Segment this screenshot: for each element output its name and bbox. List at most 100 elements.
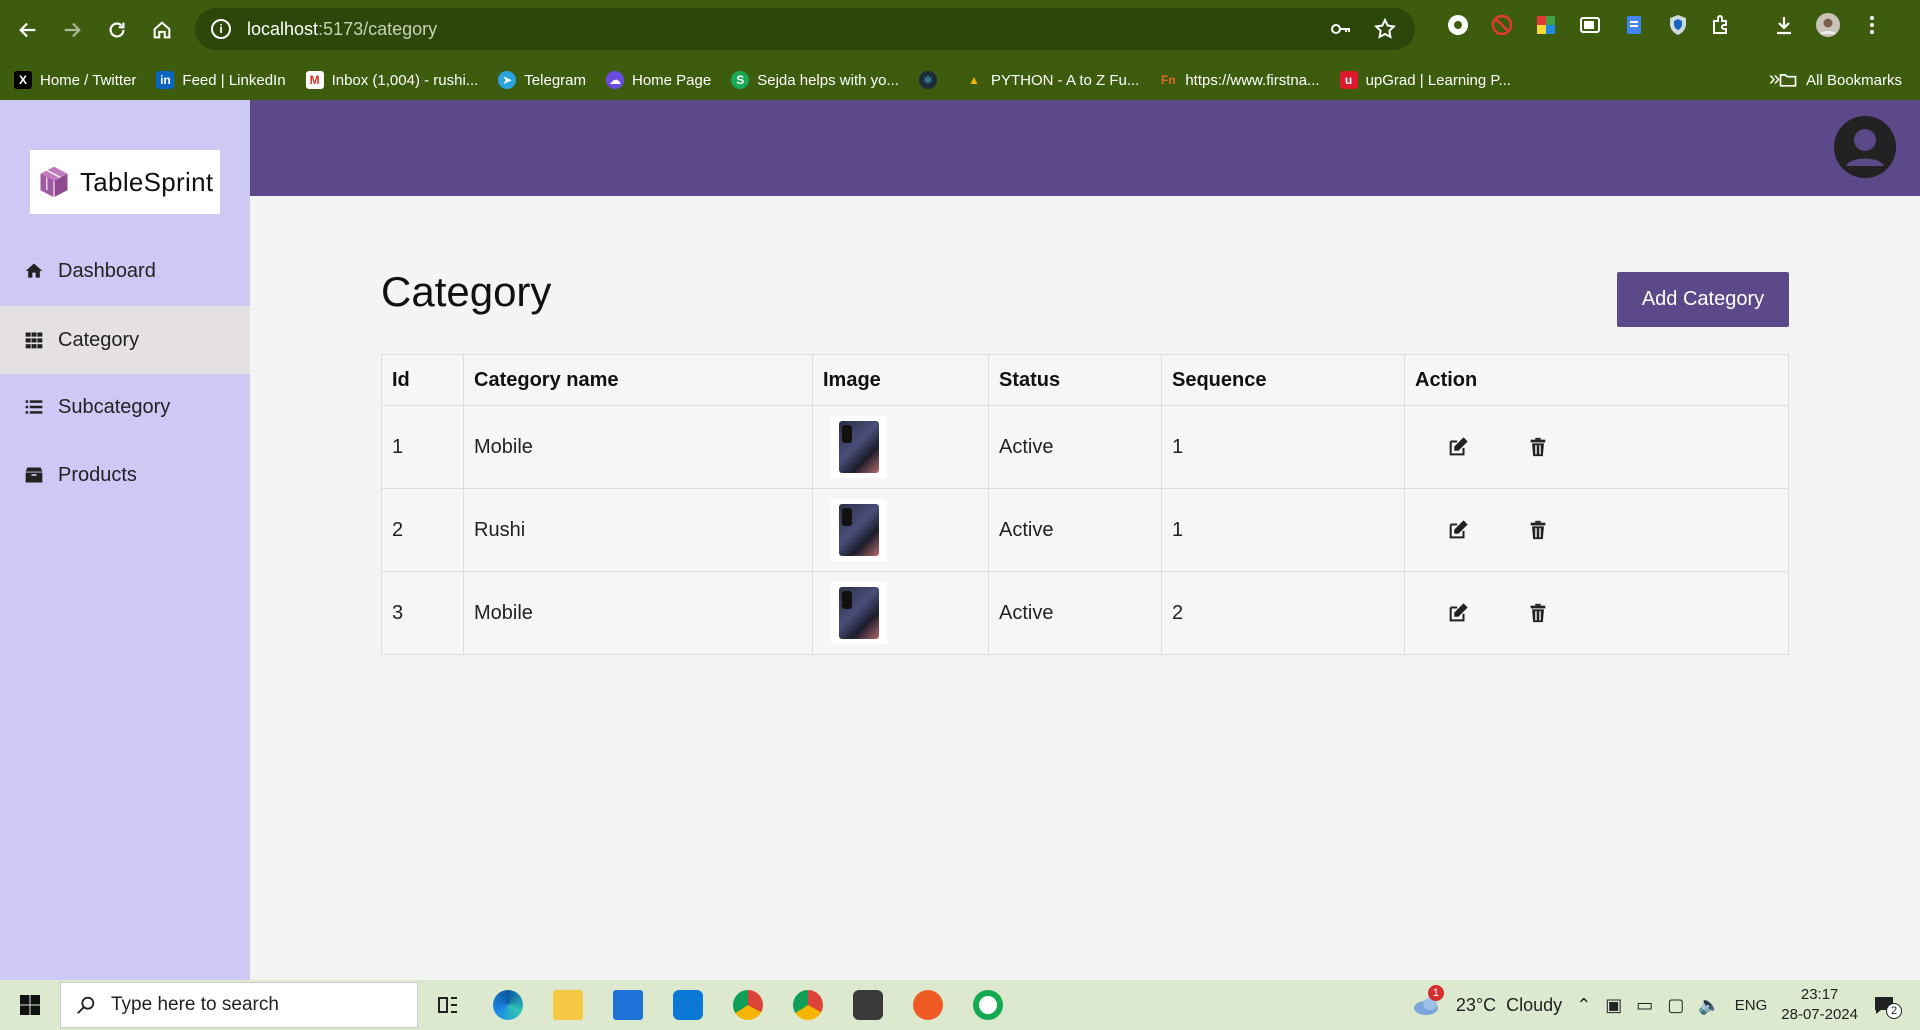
weather-icon[interactable]: 1 (1412, 985, 1444, 1017)
cube-logo-icon (40, 166, 68, 198)
clock[interactable]: 23:17 28-07-2024 (1781, 985, 1858, 1025)
cell-action (1404, 488, 1789, 572)
window-icon[interactable] (1577, 12, 1603, 38)
delete-icon[interactable] (1527, 436, 1549, 458)
gmail-icon: M (305, 71, 324, 89)
edit-icon[interactable] (1447, 436, 1469, 458)
weather-badge: 1 (1427, 985, 1444, 1001)
user-avatar[interactable] (1834, 116, 1896, 178)
phone-thumbnail (839, 421, 879, 473)
edit-icon[interactable] (1447, 602, 1469, 624)
download-icon[interactable] (1771, 12, 1797, 38)
bookmark-star-icon[interactable] (1373, 17, 1397, 41)
cell-id: 1 (381, 405, 464, 489)
reload-icon[interactable] (95, 8, 139, 52)
column-header-id[interactable]: Id (381, 354, 464, 406)
meet-icon[interactable]: ▣ (1605, 995, 1622, 1016)
column-header-category-name[interactable]: Category name (463, 354, 813, 406)
edge-icon[interactable] (478, 980, 538, 1030)
block-icon[interactable] (1489, 12, 1515, 38)
column-header-sequence[interactable]: Sequence (1161, 354, 1405, 406)
bookmark-item[interactable]: S Sejda helps with yo... (731, 71, 899, 89)
linkedin-icon: in (156, 71, 175, 89)
list-icon (25, 400, 43, 414)
bookmark-item[interactable]: in Feed | LinkedIn (156, 71, 286, 89)
bookmark-item[interactable]: ☁ Home Page (606, 71, 711, 89)
box-icon (25, 467, 43, 483)
bookmark-item[interactable]: ➤ Telegram (498, 71, 586, 89)
cell-action (1404, 405, 1789, 489)
language-indicator[interactable]: ENG (1735, 997, 1768, 1014)
back-icon[interactable] (6, 8, 50, 52)
profile-avatar[interactable] (1815, 12, 1841, 38)
sidebar-item-products[interactable]: Products (0, 441, 250, 509)
sidebar-item-dashboard[interactable]: Dashboard (0, 237, 250, 305)
forward-icon[interactable] (50, 8, 94, 52)
chevron-up-icon[interactable]: ⌃ (1576, 995, 1591, 1016)
vscode-icon[interactable] (658, 980, 718, 1030)
category-table: Id Category name Image Status Sequence A… (381, 354, 1789, 655)
delete-icon[interactable] (1527, 602, 1549, 624)
color-extension-icon[interactable] (1533, 12, 1559, 38)
browser-toolbar: i localhost:5173/category (0, 0, 1920, 60)
cell-action (1404, 571, 1789, 655)
bookmark-item[interactable]: Fn https://www.firstna... (1159, 71, 1320, 89)
grid-icon (25, 332, 43, 349)
volume-icon[interactable]: 🔈 (1698, 995, 1720, 1016)
docs-icon[interactable] (1621, 12, 1647, 38)
delete-icon[interactable] (1527, 519, 1549, 541)
brand-name: TableSprint (80, 166, 214, 197)
sidebar-item-subcategory[interactable]: Subcategory (0, 373, 250, 441)
extension-icon[interactable] (1445, 12, 1471, 38)
shield-icon[interactable] (1665, 12, 1691, 38)
edit-icon[interactable] (1447, 519, 1469, 541)
puzzle-icon[interactable] (1709, 12, 1735, 38)
search-icon (77, 996, 95, 1014)
mail-icon[interactable] (598, 980, 658, 1030)
category-image[interactable] (831, 499, 887, 561)
category-image[interactable] (831, 416, 887, 478)
table-row: 1 Mobile Active 1 (381, 405, 1789, 489)
telegram-icon: ➤ (498, 71, 517, 89)
bookmark-item[interactable]: ⚛ (918, 71, 945, 89)
notifications-icon[interactable]: 2 (1872, 993, 1902, 1019)
fn-icon: Fn (1161, 73, 1176, 87)
menu-dots-icon[interactable] (1859, 12, 1885, 38)
cell-category-name: Mobile (463, 405, 813, 489)
bookmark-item[interactable]: X Home / Twitter (14, 71, 136, 89)
cell-image (812, 405, 989, 489)
mongodb-icon[interactable] (958, 980, 1018, 1030)
bookmark-item[interactable]: u upGrad | Learning P... (1339, 71, 1511, 89)
sidebar-item-category[interactable]: Category (0, 306, 250, 374)
task-view-icon[interactable] (418, 980, 478, 1030)
address-bar[interactable]: i localhost:5173/category (195, 8, 1415, 50)
all-bookmarks[interactable]: All Bookmarks (1778, 70, 1902, 90)
chrome-profile-icon[interactable] (778, 980, 838, 1030)
weather-text[interactable]: 23°C Cloudy (1456, 995, 1562, 1016)
brand-logo[interactable]: TableSprint (30, 150, 220, 214)
phone-thumbnail (839, 504, 879, 556)
sejda-icon: S (731, 71, 750, 89)
battery-icon[interactable]: ▭ (1636, 995, 1653, 1016)
home-icon (25, 263, 43, 278)
postman-icon[interactable] (898, 980, 958, 1030)
bookmark-item[interactable]: M Inbox (1,004) - rushi... (305, 71, 478, 89)
phone-thumbnail (839, 587, 879, 639)
file-explorer-icon[interactable] (538, 980, 598, 1030)
table-row: 2 Rushi Active 1 (381, 488, 1789, 572)
network-icon[interactable]: ▢ (1667, 995, 1684, 1016)
bookmark-item[interactable]: ▲ PYTHON - A to Z Fu... (965, 71, 1139, 89)
sublime-icon[interactable] (838, 980, 898, 1030)
cell-category-name: Mobile (463, 571, 813, 655)
column-header-image[interactable]: Image (812, 354, 989, 406)
column-header-status[interactable]: Status (988, 354, 1162, 406)
taskbar-search-input[interactable]: Type here to search (60, 982, 418, 1028)
bookmarks-bar: X Home / Twitter in Feed | LinkedIn M Inbox… (0, 60, 1920, 100)
site-info-icon[interactable]: i (211, 19, 231, 39)
add-category-button[interactable]: Add Category (1617, 272, 1789, 327)
chrome-icon[interactable] (718, 980, 778, 1030)
password-key-icon[interactable] (1329, 17, 1353, 41)
windows-start-icon[interactable] (0, 980, 60, 1030)
category-image[interactable] (831, 582, 887, 644)
home-browser-icon[interactable] (140, 8, 184, 52)
